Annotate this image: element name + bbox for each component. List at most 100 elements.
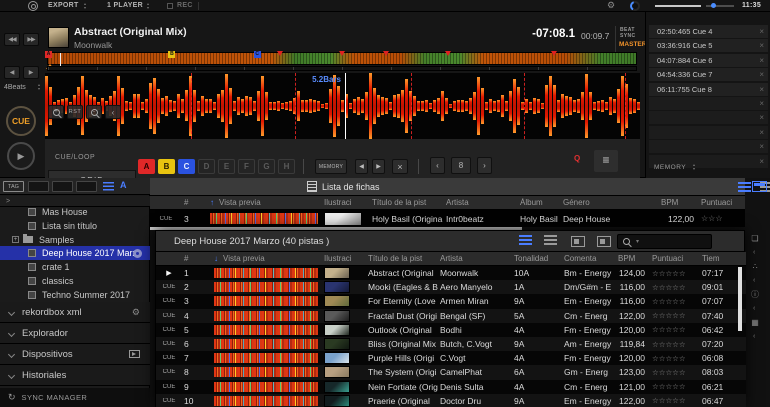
hot-cue-button-F[interactable]: F <box>238 159 255 174</box>
filter-slot-3[interactable] <box>76 181 97 192</box>
delete-cue-icon[interactable]: × <box>759 126 764 139</box>
memory-delete-button[interactable]: × <box>392 159 408 174</box>
sidebar-section-dispositivos[interactable]: Dispositivos <box>0 344 150 365</box>
track-rating[interactable]: ☆☆☆☆☆ <box>650 297 700 306</box>
font-size-icon[interactable]: A <box>120 180 127 190</box>
track-overview-waveform[interactable]: A B C <box>45 51 637 66</box>
delete-cue-icon[interactable]: × <box>759 54 764 67</box>
track-rating[interactable]: ☆☆☆☆☆ <box>650 283 700 292</box>
delete-cue-icon[interactable]: × <box>759 83 764 96</box>
col-preview[interactable]: ↑ Vista previa <box>208 198 322 207</box>
track-previous-button[interactable]: ◀◀ <box>4 33 20 46</box>
rec-checkbox[interactable] <box>167 3 173 9</box>
grid-reset-button[interactable]: RST <box>67 105 83 119</box>
col-artwork[interactable]: Ilustraci <box>322 198 370 207</box>
track-rating[interactable]: ☆☆☆☆☆ <box>650 368 700 377</box>
delete-cue-icon[interactable]: × <box>759 25 764 38</box>
track-rating[interactable]: ☆☆☆☆☆ <box>650 340 700 349</box>
filter-slot-2[interactable] <box>52 181 73 192</box>
sidebar-item-deep-house-2017-marz[interactable]: Deep House 2017 Marz <box>0 246 150 261</box>
col-comment[interactable]: Comenta <box>562 254 616 263</box>
track-rating[interactable]: ☆☆☆☆☆ <box>650 396 700 405</box>
sidebar-item-crate-1[interactable]: crate 1 <box>0 260 150 274</box>
filter-slot-1[interactable] <box>28 181 49 192</box>
related-tracks-panel-icon[interactable]: ∴ <box>750 262 760 272</box>
hot-cue-button-B[interactable]: B <box>158 159 175 174</box>
memory-cue-row[interactable]: 04:54:336 Cue 7 × <box>649 68 768 82</box>
col-bpm[interactable]: BPM <box>629 198 699 207</box>
expand-icon[interactable]: + <box>12 236 19 244</box>
quantize-indicator[interactable]: Q <box>574 154 580 163</box>
mode-spinner-icon[interactable]: ▴ ▾ <box>82 2 88 11</box>
detail-waveform[interactable]: 5.2Bars + RST - ‹ <box>45 73 640 139</box>
track-row[interactable]: CUE 7 Purple Hills (Origi C.Vogt 4A Fm - Ener… <box>156 351 746 366</box>
deck-menu-button[interactable]: ≡ <box>594 150 618 172</box>
cue-badge[interactable]: CUE <box>156 298 182 304</box>
cue-badge[interactable]: CUE <box>156 313 182 319</box>
track-row[interactable]: CUE 2 Mooki (Eagles & B Aero Manyelo 1A Dm/G#… <box>156 280 746 295</box>
beat-jump-back-button[interactable]: ◀ <box>4 66 20 79</box>
sidebar-item-samples[interactable]: + Samples <box>0 233 150 247</box>
memory-cue-row[interactable]: 02:50:465 Cue 4 × <box>649 25 768 38</box>
col-title[interactable]: Título de la pist <box>366 254 438 263</box>
track-rating[interactable]: ☆☆☆☆☆ <box>650 269 700 278</box>
track-rating[interactable]: ☆☆☆☆☆ <box>650 382 700 391</box>
sidebar-section-historiales[interactable]: Historiales <box>0 365 150 386</box>
sidebar-collapse-caret[interactable]: > <box>0 196 150 207</box>
settings-gear-icon[interactable]: ⚙ <box>607 1 615 10</box>
cue-badge[interactable]: CUE <box>156 369 182 375</box>
track-row[interactable]: ▶ 1 Abstract (Original Moonwalk 10A Bm - Ener… <box>156 266 746 281</box>
memory-button[interactable]: MEMORY <box>315 159 347 174</box>
cue-panel-spinner-icon[interactable]: ▴ ▾ <box>691 163 697 172</box>
playlist-window-titlebar[interactable]: Deep House 2017 Marzo (40 pistas ) ▾ <box>156 231 744 252</box>
volume-knob[interactable] <box>630 1 640 11</box>
delete-cue-icon[interactable]: × <box>759 140 764 153</box>
delete-cue-icon[interactable]: × <box>759 68 764 81</box>
col-rating[interactable]: Puntuaci <box>650 254 700 263</box>
zoom-out-button[interactable]: - <box>86 105 102 119</box>
player-count-selector[interactable]: 1 PLAYER <box>107 2 143 9</box>
beat-jump-forward-button[interactable]: ▶ <box>23 66 39 79</box>
hot-cue-button-E[interactable]: E <box>218 159 235 174</box>
artwork-grid-view-icon[interactable] <box>571 236 585 247</box>
col-key[interactable]: Tonalidad <box>512 254 562 263</box>
sidebar-section-explorador[interactable]: Explorador <box>0 323 150 344</box>
list-view-toggle-icon[interactable] <box>738 182 751 192</box>
track-next-button[interactable]: ▶▶ <box>23 33 39 46</box>
delete-cue-icon[interactable]: × <box>759 97 764 110</box>
delete-cue-icon[interactable]: × <box>759 155 764 168</box>
sidebar-item-classics[interactable]: classics <box>0 274 150 288</box>
col-artwork[interactable]: Ilustraci <box>322 254 366 263</box>
cue-button[interactable]: CUE <box>6 106 36 136</box>
playing-icon[interactable]: ▶ <box>156 269 182 277</box>
info-panel-expand-icon[interactable]: ‹ <box>753 305 755 312</box>
search-input[interactable]: ▾ <box>617 234 712 249</box>
track-row[interactable]: CUE 9 Nein Fortiate (Orig Denis Sulta 4A Cm -… <box>156 379 746 394</box>
device-sync-icon[interactable] <box>129 350 140 358</box>
cue-badge[interactable]: CUE <box>156 398 182 404</box>
collapse-controls-button[interactable]: ‹ <box>105 105 121 119</box>
track-rating[interactable]: ☆☆☆☆☆ <box>650 354 700 363</box>
track-rating[interactable]: ☆☆☆☆☆ <box>650 325 700 334</box>
beat-sync-label2[interactable]: SYNC <box>620 33 636 39</box>
col-time[interactable]: Tiem <box>700 254 736 263</box>
list-view-icon[interactable] <box>103 182 114 191</box>
mode-selector[interactable]: EXPORT <box>48 2 79 9</box>
artwork-list-view-icon[interactable] <box>597 236 611 247</box>
hot-cue-button-D[interactable]: D <box>198 159 215 174</box>
hot-cue-button-H[interactable]: H <box>278 159 295 174</box>
crossfader-slider[interactable] <box>655 5 701 7</box>
track-row[interactable]: CUE 6 Bliss (Original Mix Butch, C.Vogt 9A Am… <box>156 336 746 352</box>
sync-manager-bar[interactable]: ↻ SYNC MANAGER <box>0 388 150 407</box>
cue-badge[interactable]: CUE <box>150 216 182 222</box>
track-row[interactable]: CUE 10 Praerie (Original Doctor Dru 9A Em - E… <box>156 393 746 407</box>
track-rating[interactable]: ☆☆☆ <box>699 214 743 223</box>
col-artist[interactable]: Artista <box>444 198 518 207</box>
sidebar-item-mas-house[interactable]: Mas House <box>0 208 150 219</box>
cue-badge[interactable]: CUE <box>156 355 182 361</box>
beat-jump-spinner-icon[interactable]: ▴ ▾ <box>36 83 42 92</box>
hot-cue-button-A[interactable]: A <box>138 159 155 174</box>
delete-cue-icon[interactable]: × <box>759 111 764 124</box>
track-row[interactable]: CUE 5 Outlook (Original Bodhi 4A Fm - Energy 1… <box>156 322 746 337</box>
cue-badge[interactable]: CUE <box>156 284 182 290</box>
